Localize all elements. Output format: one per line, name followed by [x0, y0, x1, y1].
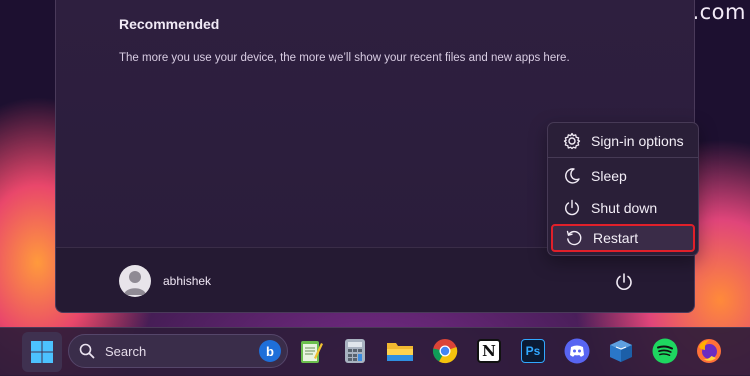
calculator-icon[interactable]	[340, 336, 370, 366]
spotify-icon[interactable]	[650, 336, 680, 366]
start-menu-footer: abhishek	[56, 247, 694, 312]
power-menu: Sign-in options Sleep Shut down Restart	[547, 122, 699, 256]
virtualbox-icon[interactable]	[606, 336, 636, 366]
firefox-icon[interactable]	[694, 336, 724, 366]
search-placeholder: Search	[105, 344, 147, 359]
recommended-title: Recommended	[119, 16, 220, 32]
start-button[interactable]	[22, 332, 62, 372]
file-explorer-icon[interactable]	[385, 336, 415, 366]
menu-item-restart[interactable]: Restart	[551, 224, 695, 252]
menu-divider	[548, 157, 698, 158]
taskbar: Search b N Ps	[0, 327, 750, 376]
chrome-icon[interactable]	[430, 336, 460, 366]
search-icon	[79, 343, 95, 359]
notion-icon[interactable]: N	[474, 336, 504, 366]
avatar[interactable]	[119, 265, 151, 297]
power-icon	[561, 198, 583, 218]
taskbar-search[interactable]: Search b	[68, 334, 288, 368]
power-icon	[616, 273, 632, 290]
menu-item-sleep[interactable]: Sleep	[551, 162, 695, 190]
power-button[interactable]	[611, 269, 637, 295]
moon-icon	[561, 166, 583, 186]
menu-item-sign-in-options[interactable]: Sign-in options	[551, 127, 695, 155]
notion-label: N	[477, 339, 501, 363]
menu-item-label: Shut down	[591, 200, 658, 216]
menu-item-label: Restart	[593, 230, 639, 246]
photoshop-icon[interactable]: Ps	[518, 336, 548, 366]
notepad-icon[interactable]	[296, 336, 326, 366]
bing-icon[interactable]: b	[259, 340, 281, 362]
user-icon	[124, 271, 146, 295]
user-name[interactable]: abhishek	[163, 274, 211, 288]
recommended-description: The more you use your device, the more w…	[119, 52, 570, 64]
windows-icon	[31, 341, 53, 363]
gear-icon	[561, 131, 583, 151]
menu-item-shut-down[interactable]: Shut down	[551, 194, 695, 222]
discord-icon[interactable]	[562, 336, 592, 366]
menu-item-label: Sleep	[591, 168, 627, 184]
restart-icon	[563, 228, 585, 248]
menu-item-label: Sign-in options	[591, 133, 684, 149]
photoshop-label: Ps	[521, 339, 545, 363]
